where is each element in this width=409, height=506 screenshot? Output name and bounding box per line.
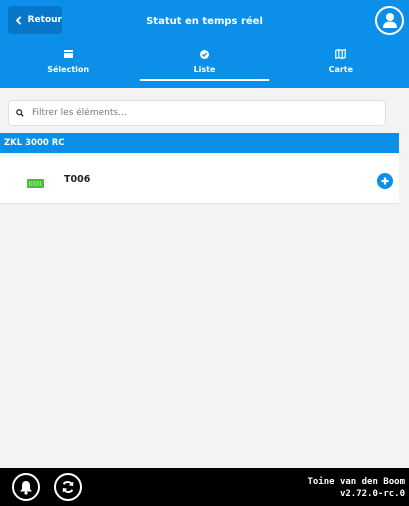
page-title: Statut en temps réel [146, 16, 263, 27]
footer-bar: Toine van den Boom v2.72.0-rc.0 [0, 468, 409, 506]
group-header[interactable]: ZKL 3000 RC [0, 133, 399, 153]
tab-list[interactable]: Liste [136, 42, 272, 88]
plus-icon [381, 177, 389, 185]
tab-selection-label: Sélection [47, 65, 90, 74]
search-box [8, 100, 386, 126]
refresh-icon [62, 481, 74, 493]
view-tabs: Sélection Liste Carte [0, 42, 409, 88]
user-name: Toine van den Boom [307, 477, 405, 487]
list-item-label: T006 [64, 174, 91, 185]
tab-selection[interactable]: Sélection [0, 42, 136, 88]
refresh-button[interactable] [54, 473, 82, 501]
add-button[interactable] [377, 173, 393, 189]
battery-device-icon [27, 179, 44, 188]
check-circle-icon [199, 49, 209, 59]
app-version: v2.72.0-rc.0 [339, 489, 405, 499]
search-icon [16, 109, 24, 117]
user-icon [382, 13, 397, 28]
map-icon [335, 49, 347, 59]
tab-map[interactable]: Carte [273, 42, 409, 88]
search-input[interactable] [30, 107, 385, 119]
app-header: Retour Statut en temps réel Sélection Li… [0, 0, 409, 88]
list-item[interactable]: T006 [0, 156, 399, 204]
rectangle-icon [63, 50, 73, 58]
user-avatar-button[interactable] [375, 6, 404, 35]
tab-list-label: Liste [193, 65, 216, 74]
notifications-button[interactable] [12, 473, 40, 501]
tab-map-label: Carte [328, 65, 354, 74]
bell-icon [20, 480, 32, 495]
